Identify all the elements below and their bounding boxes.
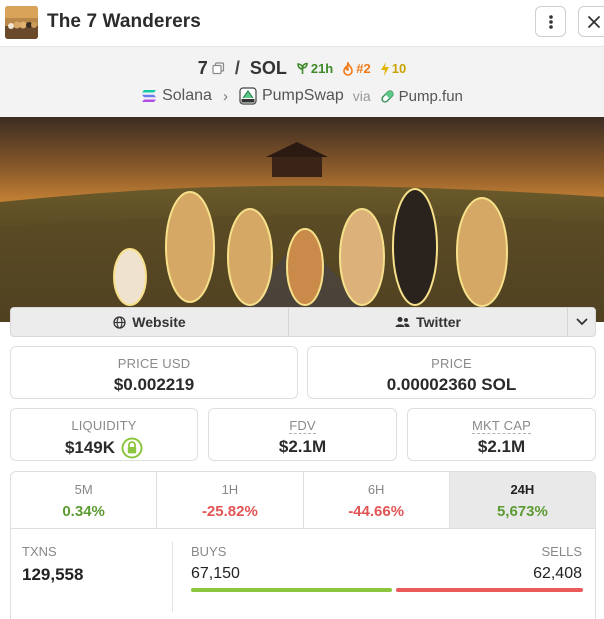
price-change: 5,673% [496,503,548,520]
liquidity-label: LIQUIDITY [71,418,137,433]
pair-separator: / [234,58,240,78]
market-cap-label-wrap: MKT CAP [408,418,595,434]
twitter-button[interactable]: Twitter [289,308,569,336]
base-symbol: 7 [197,58,208,78]
boost-badge[interactable]: 10 [380,61,406,76]
txns-label: TXNS [22,544,57,559]
more-vertical-icon [548,14,553,29]
chevron-right-icon: › [222,87,228,105]
via-label: via [352,88,371,104]
fdv-label[interactable]: FDV [289,418,316,434]
website-label: Website [132,314,186,330]
price-native-label: PRICE [431,356,472,371]
twitter-label: Twitter [416,314,461,330]
sell-ratio-bar [396,588,583,592]
buys-label: BUYS [191,544,227,559]
price-native-value: 0.00002360 SOL [386,375,517,394]
sells-value: 62,408 [533,565,582,582]
market-cap-label[interactable]: MKT CAP [472,418,531,434]
solana-icon [142,90,157,102]
copy-address-button[interactable] [212,62,225,75]
divider [172,542,173,612]
price-native-box: PRICE 0.00002360 SOL [307,346,596,399]
token-banner-image [0,117,604,322]
dex-name: PumpSwap [261,87,344,104]
expand-links-button[interactable] [568,308,595,336]
globe-icon [113,315,126,329]
liquidity-value: $149K [64,438,116,457]
fdv-value: $2.1M [278,437,327,456]
tab-6h[interactable]: 6H -44.66% [304,472,450,528]
quote-symbol: SOL [249,58,287,78]
tab-1h[interactable]: 1H -25.82% [157,472,304,528]
chain-link[interactable]: Solana [141,87,212,105]
age-value: 21h [310,61,334,76]
close-icon [587,15,600,28]
launchpad-link[interactable]: Pump.fun [380,88,463,105]
price-usd-value: $0.002219 [113,375,195,394]
price-change: -44.66% [348,503,405,520]
fdv-box: FDV $2.1M [208,408,397,461]
copy-icon [212,62,224,75]
sprout-icon [297,62,308,74]
price-change: 0.34% [62,503,105,520]
pill-icon [381,89,394,103]
more-options-button[interactable] [535,6,566,37]
lightning-icon [380,61,389,76]
tab-24h[interactable]: 24H 5,673% [449,472,595,528]
chain-name: Solana [162,87,212,104]
liquidity-row: $149K [11,437,197,459]
price-usd-box: PRICE USD $0.002219 [10,346,298,399]
market-cap-box: MKT CAP $2.1M [407,408,596,461]
liquidity-box: LIQUIDITY $149K [10,408,198,461]
price-usd-label: PRICE USD [117,356,191,371]
chain-breadcrumb: Solana › PumpSwap via Pump.fun [0,87,604,105]
age-badge: 21h [296,61,333,76]
dex-link[interactable]: PumpSwap [239,87,344,105]
lock-icon [121,437,143,459]
txns-value: 129,558 [22,565,84,584]
token-title: The 7 Wanderers [47,11,201,32]
trending-rank-badge[interactable]: #2 [342,61,371,76]
pumpswap-icon [239,87,257,105]
tab-label: 5M [74,482,93,497]
pair-line: 7 / SOL 21h #2 10 [0,58,604,79]
social-links-bar: Website Twitter [10,307,596,337]
flame-icon [343,61,354,76]
rank-value: #2 [356,61,371,76]
market-cap-value: $2.1M [477,437,526,456]
timeframe-tabs: 5M 0.34% 1H -25.82% 6H -44.66% 24H 5,673… [10,471,596,529]
transactions-panel: TXNS 129,558 BUYS 67,150 SELLS 62,408 [10,529,596,619]
tab-5m[interactable]: 5M 0.34% [11,472,158,528]
header: The 7 Wanderers [0,0,604,47]
buys-value: 67,150 [191,565,240,582]
tab-label: 6H [367,482,385,497]
buy-ratio-bar [191,588,392,592]
launchpad-name: Pump.fun [398,87,463,105]
close-button[interactable] [578,6,604,37]
price-change: -25.82% [201,503,258,520]
tab-label: 1H [221,482,239,497]
fdv-label-wrap: FDV [209,418,396,434]
pair-info: 7 / SOL 21h #2 10 Solana › PumpSwap via … [0,47,604,117]
users-icon [395,317,410,327]
website-button[interactable]: Website [11,308,290,336]
liquidity-lock-button[interactable] [121,437,143,459]
sells-label: SELLS [541,544,582,559]
chevron-down-icon [576,318,587,326]
token-avatar [5,6,38,39]
boost-value: 10 [391,61,407,76]
tab-label: 24H [510,482,535,497]
